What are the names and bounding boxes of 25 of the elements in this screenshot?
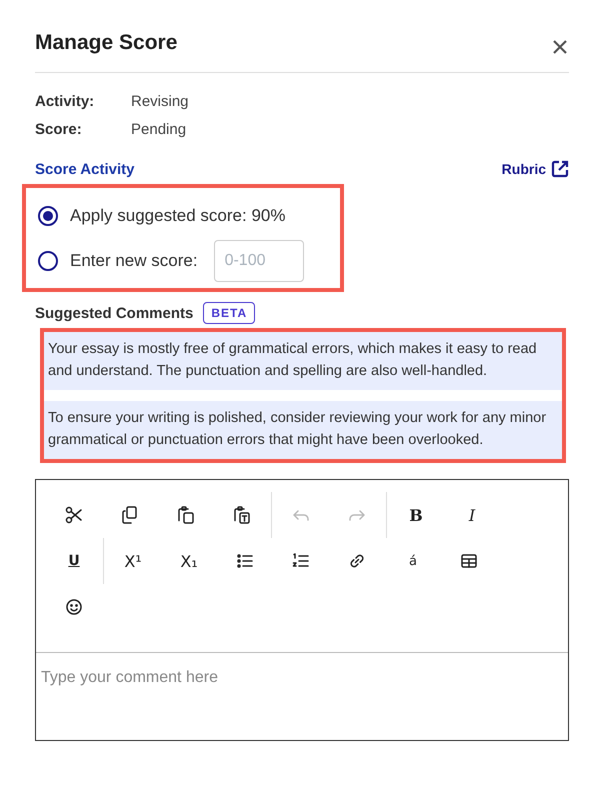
external-link-icon [551, 160, 569, 178]
detail-label: Score: [35, 121, 83, 138]
option-label: Enter new score: [70, 251, 198, 271]
suggested-comment[interactable]: To ensure your writing is polished, consider reviewing your work for any minor grammatical or punctuation errors that might have been overlooked. [44, 401, 562, 459]
detail-value: Pending [131, 121, 188, 138]
bold-button[interactable]: B [388, 492, 444, 538]
dialog-title: Manage Score [35, 31, 178, 55]
suggested-comment[interactable]: Your essay is mostly free of grammatical errors, which makes it easy to read and understand. The punctuation and spelling are also well-handled. [44, 332, 562, 390]
beta-badge: BETA [203, 302, 256, 324]
score-input[interactable]: 0-100 [214, 240, 304, 282]
radio-button[interactable] [38, 206, 58, 226]
subscript-button[interactable]: X₁ [161, 538, 217, 584]
comment-editor[interactable]: B I U X¹ X₁ á Type your comment here [35, 479, 569, 741]
section-heading: Score Activity [35, 160, 134, 178]
underline-button[interactable]: U [46, 538, 102, 584]
rubric-link[interactable]: Rubric [502, 160, 569, 178]
special-char-button[interactable]: á [385, 538, 441, 584]
superscript-button[interactable]: X¹ [105, 538, 161, 584]
option-label: Apply suggested score: 90% [70, 206, 286, 226]
detail-label: Activity: [35, 93, 96, 110]
close-icon[interactable] [551, 38, 569, 56]
italic-button[interactable]: I [444, 492, 500, 538]
detail-value: Revising [131, 93, 190, 110]
section-heading: Suggested Comments [35, 304, 194, 322]
radio-button[interactable] [38, 251, 58, 271]
